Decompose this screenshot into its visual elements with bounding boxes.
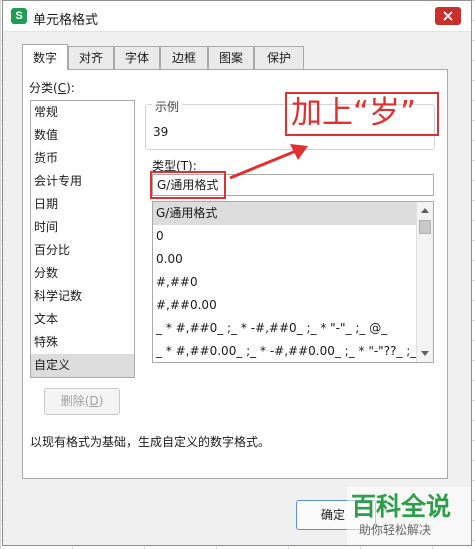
category-item[interactable]: 文本: [31, 308, 134, 331]
annotation-text: 加上“岁”: [291, 95, 417, 131]
tab-number[interactable]: 数字: [22, 44, 68, 70]
delete-button[interactable]: 删除(D): [44, 388, 120, 415]
title-bar: S 单元格格式: [3, 1, 471, 32]
scroll-down-icon[interactable]: [421, 351, 429, 356]
format-item[interactable]: _ * #,##0_ ;_ * -#,##0_ ;_ * "-"_ ;_ @_: [153, 317, 416, 340]
dialog-title: 单元格格式: [33, 13, 99, 28]
category-item[interactable]: 分数: [31, 262, 134, 285]
example-value: 39: [153, 125, 169, 139]
format-list[interactable]: G/通用格式 0 0.00 #,##0 #,##0.00 _ * #,##0_ …: [152, 201, 434, 363]
watermark-sub: 助你轻松解决: [359, 523, 432, 537]
category-item-selected[interactable]: 自定义: [31, 354, 134, 377]
category-item[interactable]: 特殊: [31, 331, 134, 354]
close-button[interactable]: [435, 7, 461, 25]
format-item-selected[interactable]: G/通用格式: [153, 202, 416, 225]
category-item[interactable]: 货币: [31, 147, 134, 170]
format-item[interactable]: _ * #,##0.00_ ;_ * -#,##0.00_ ;_ * "-"??…: [153, 340, 416, 362]
format-item[interactable]: #,##0: [153, 271, 416, 294]
scroll-up-icon[interactable]: [421, 208, 429, 213]
highlight-type-input: [150, 171, 226, 199]
app-icon: S: [11, 8, 27, 24]
example-title: 示例: [152, 98, 183, 115]
close-icon: [443, 11, 453, 21]
watermark: 百科全说 助你轻松解决: [347, 487, 471, 545]
tab-pattern[interactable]: 图案: [208, 46, 254, 69]
tab-border[interactable]: 边框: [160, 46, 208, 69]
scroll-thumb[interactable]: [419, 220, 431, 234]
format-item[interactable]: 0.00: [153, 248, 416, 271]
category-item[interactable]: 科学记数: [31, 285, 134, 308]
annotation-arrow-icon: [229, 144, 308, 180]
category-list[interactable]: 常规 数值 货币 会计专用 日期 时间 百分比 分数 科学记数 文本 特殊 自定…: [30, 100, 135, 378]
format-item[interactable]: #,##0.00: [153, 294, 416, 317]
category-item[interactable]: 时间: [31, 216, 134, 239]
category-item[interactable]: 会计专用: [31, 170, 134, 193]
watermark-main: 百科全说: [351, 492, 452, 521]
category-item[interactable]: 百分比: [31, 239, 134, 262]
format-item[interactable]: 0: [153, 225, 416, 248]
tab-alignment[interactable]: 对齐: [68, 46, 114, 69]
category-item[interactable]: 日期: [31, 193, 134, 216]
format-list-scrollbar[interactable]: [416, 202, 433, 362]
category-item[interactable]: 常规: [31, 101, 134, 124]
category-label: 分类(C):: [29, 81, 75, 95]
tab-font[interactable]: 字体: [114, 46, 160, 69]
tab-protection[interactable]: 保护: [254, 46, 304, 69]
format-description: 以现有格式为基础，生成自定义的数字格式。: [30, 435, 271, 449]
category-item[interactable]: 数值: [31, 124, 134, 147]
